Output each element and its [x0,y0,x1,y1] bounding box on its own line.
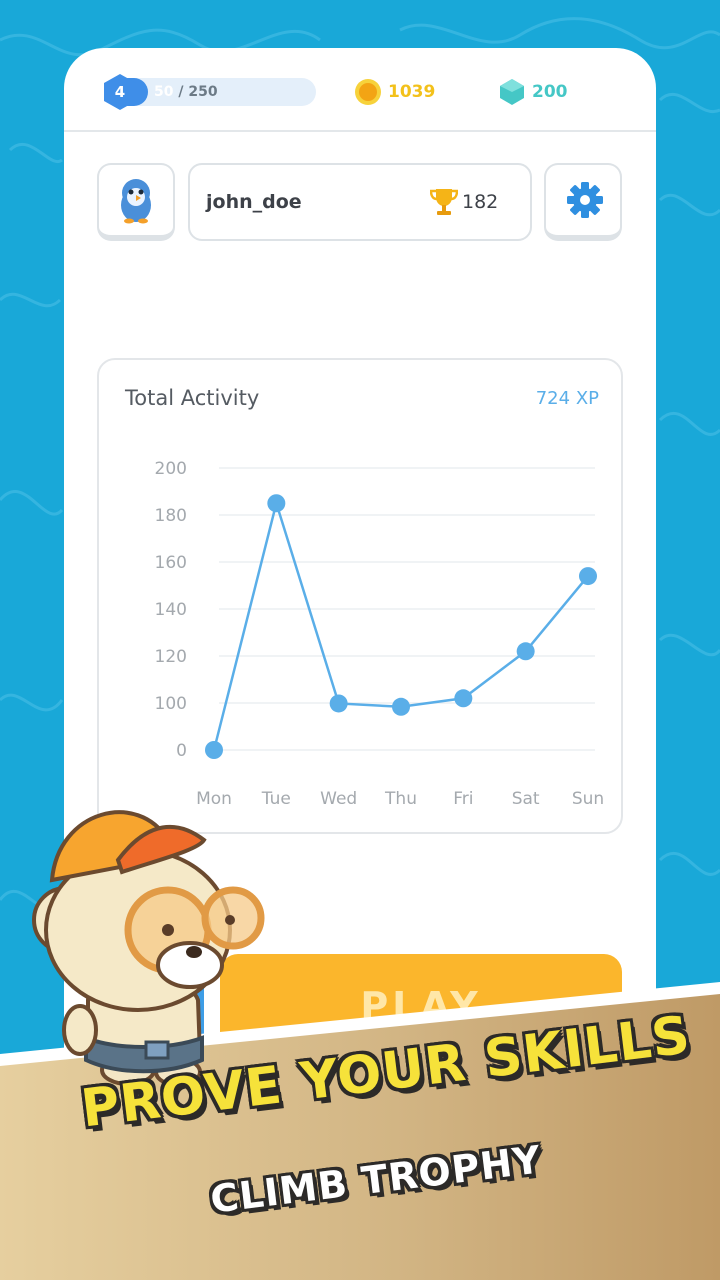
data-point [454,689,473,708]
y-tick-label: 0 [176,741,187,761]
gear-icon [567,182,603,218]
trophy-count: 182 [462,191,499,213]
profile-name-box[interactable]: john_doe 182 [188,163,532,241]
x-tick-label: Wed [320,789,357,809]
data-point [579,567,597,586]
activity-title: Total Activity [125,386,260,410]
status-bar: 4 50 / 250 1039 200 [64,48,656,132]
data-point [392,697,410,716]
y-tick-label: 200 [155,459,187,479]
data-point [329,694,348,713]
y-tick-label: 160 [155,553,187,573]
username: john_doe [206,191,302,213]
x-tick-label: Sat [512,789,540,809]
x-tick-label: Thu [384,789,417,809]
gem-icon [500,79,524,105]
activity-card: 0 100 120 140 160 180 200 Mon Tue Wed Thu Fri Sat Sun… [97,358,623,834]
penguin-avatar-icon [121,179,151,224]
coin-count: 1039 [388,82,436,102]
activity-total-xp: 724 XP [535,388,599,409]
activity-chart: 0100120140160180200Mon Tue Wed Thu Fri Sat Sun [155,459,605,809]
xp-current: 50 [154,84,174,100]
y-tick-label: 120 [155,647,187,667]
xp-max: / 250 [178,84,218,100]
trophy-icon [430,189,458,215]
data-point [267,494,286,513]
x-tick-label: Fri [453,789,473,809]
y-tick-label: 100 [155,694,187,714]
y-tick-label: 180 [155,506,187,526]
y-tick-label: 140 [155,600,187,620]
level-number: 4 [114,83,126,101]
data-point [205,741,223,759]
data-point [516,642,535,661]
settings-button[interactable] [544,163,622,241]
coin-icon [355,79,381,105]
avatar-button[interactable] [97,163,175,241]
x-tick-label: Sun [572,789,604,809]
xp-readout: 50 / 250 [154,78,314,106]
gem-count: 200 [532,82,568,102]
